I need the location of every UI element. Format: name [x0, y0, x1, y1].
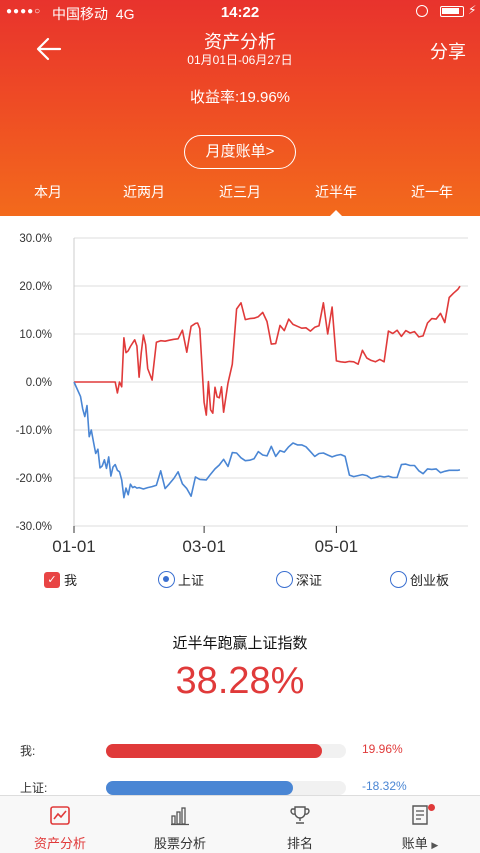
comparison-track — [106, 781, 346, 795]
nav-label: 账单 ▶ — [401, 836, 439, 851]
notification-badge — [428, 804, 435, 811]
period-tabs: 本月 近两月 近三月 近半年 近一年 — [0, 176, 480, 216]
share-button[interactable]: 分享 — [430, 38, 466, 64]
nav-label: 排名 — [286, 836, 313, 851]
legend-chinext-label: 创业板 — [410, 573, 450, 588]
comparison-bar-mine — [106, 744, 322, 758]
legend-shanghai[interactable]: 上证 — [158, 570, 204, 589]
bar-chart-icon — [171, 807, 189, 826]
status-bar: ●●●●○ 中国移动 4G 14:22 ⚡ — [0, 0, 480, 26]
series-line-mine — [74, 285, 461, 416]
yield-label: 收益率: — [189, 89, 240, 106]
comparison-value: -18.32% — [362, 779, 407, 793]
comparison-row-mine: 我: 19.96% — [0, 739, 480, 761]
nav-ranking[interactable]: 排名 — [240, 796, 360, 853]
beat-index-title: 近半年跑赢上证指数 — [172, 635, 308, 652]
radio-selected-icon[interactable] — [158, 571, 175, 588]
legend-shenzhen[interactable]: 深证 — [276, 570, 322, 589]
nav-bill[interactable]: 账单 ▶ — [360, 796, 480, 853]
nav-label: 资产分析 — [33, 836, 86, 851]
series-line-shanghai — [73, 381, 461, 499]
bottom-nav: 资产分析 股票分析 排名 账单 ▶ — [0, 795, 480, 853]
tab-two-months[interactable]: 近两月 — [96, 176, 192, 216]
trophy-icon — [290, 806, 310, 824]
comparison-label: 我: — [20, 744, 36, 758]
x-tick-label: 05-01 — [315, 537, 358, 556]
comparison-bar-shanghai — [106, 781, 294, 795]
checkbox-checked-icon[interactable]: ✓ — [44, 571, 60, 588]
tab-this-month[interactable]: 本月 — [0, 176, 96, 216]
chart-legend: ✓ 我 上证 深证 创业板 — [0, 570, 480, 598]
y-tick-label: 30.0% — [19, 233, 52, 245]
tab-one-year[interactable]: 近一年 — [384, 176, 480, 216]
radio-icon[interactable] — [390, 571, 407, 588]
yield-value: 19.96% — [239, 89, 291, 106]
performance-chart: 30.0% 20.0% 10.0% 0.0% -10.0% -20.0% -30.0%01-… — [16, 233, 468, 556]
nav-asset-analysis[interactable]: 资产分析 — [0, 796, 120, 853]
yield-summary: 收益率:19.96% — [0, 86, 480, 107]
y-tick-label: 10.0% — [19, 329, 52, 341]
nav-label: 股票分析 — [153, 836, 206, 851]
rotation-lock-icon — [416, 5, 428, 17]
y-tick-label: 0.0% — [26, 377, 52, 389]
tab-three-months[interactable]: 近三月 — [192, 176, 288, 216]
header-background: ●●●●○ 中国移动 4G 14:22 ⚡ 资产分析 01月01日-06月27日… — [0, 0, 480, 216]
y-tick-label: -20.0% — [16, 473, 52, 485]
charging-icon: ⚡ — [468, 3, 477, 17]
tab-half-year[interactable]: 近半年 — [288, 176, 384, 216]
radio-icon[interactable] — [276, 571, 293, 588]
comparison-label: 上证: — [20, 781, 48, 795]
x-tick-label: 03-01 — [182, 537, 225, 556]
y-tick-label: -10.0% — [16, 425, 52, 437]
legend-chinext[interactable]: 创业板 — [390, 570, 449, 589]
legend-shenzhen-label: 深证 — [296, 573, 323, 588]
clock: 14:22 — [220, 4, 260, 21]
nav-stock-analysis[interactable]: 股票分析 — [120, 796, 240, 853]
battery-icon — [440, 6, 464, 17]
comparison-value: 19.96% — [362, 742, 403, 756]
play-triangle-icon: ▶ — [431, 840, 439, 850]
comparison-track — [106, 744, 346, 758]
x-tick-label: 01-01 — [52, 537, 95, 556]
date-range: 01月01日-06月27日 — [187, 53, 293, 67]
beat-index-value: 38.28% — [175, 660, 305, 702]
legend-mine[interactable]: ✓ 我 — [44, 570, 77, 589]
asset-analysis-icon — [50, 806, 70, 825]
y-tick-label: 20.0% — [19, 281, 52, 293]
legend-shanghai-label: 上证 — [178, 573, 205, 588]
monthly-bill-button[interactable]: 月度账单> — [184, 135, 296, 169]
y-tick-label: -30.0% — [16, 521, 52, 533]
legend-mine-label: 我 — [64, 573, 78, 588]
